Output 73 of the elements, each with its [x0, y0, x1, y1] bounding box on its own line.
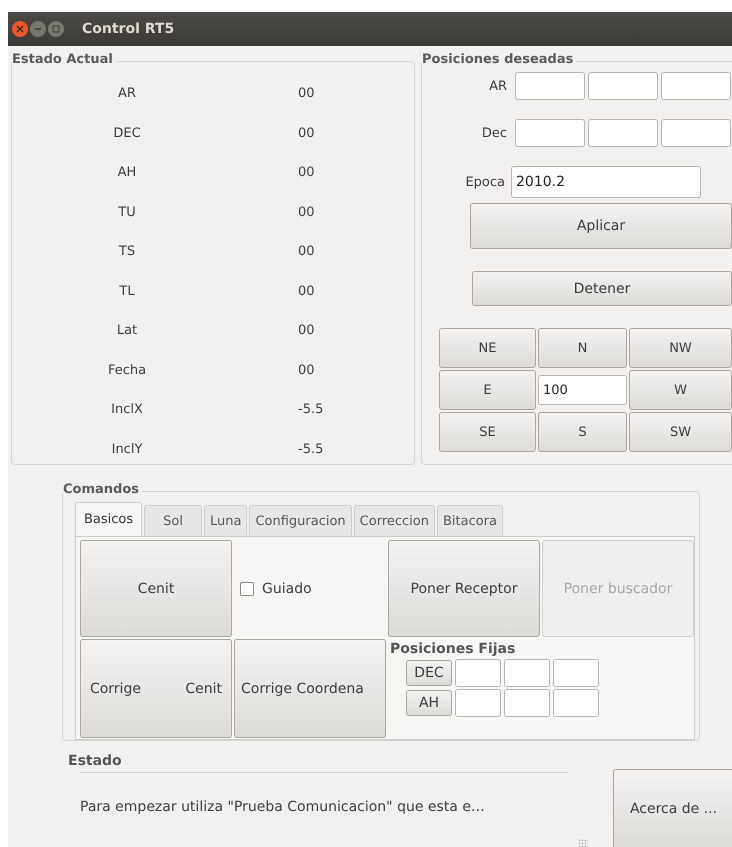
- field-label: InclX: [111, 402, 143, 418]
- input-field[interactable]: [515, 72, 585, 100]
- input-field[interactable]: [661, 72, 731, 100]
- field-label: InclY: [112, 442, 142, 457]
- tab[interactable]: Sol: [144, 505, 202, 536]
- input-field[interactable]: [515, 119, 585, 147]
- group-title: Estado Actual: [12, 52, 116, 67]
- group-title: Comandos: [63, 482, 142, 497]
- command-button[interactable]: Cenit: [80, 540, 232, 637]
- minimize-icon[interactable]: [30, 21, 46, 37]
- direction-button[interactable]: NE: [439, 328, 536, 368]
- command-button[interactable]: Corrige Cenit: [80, 639, 232, 738]
- field-value: 00: [298, 323, 315, 338]
- direction-button[interactable]: S: [538, 412, 627, 452]
- direction-button[interactable]: NW: [629, 328, 732, 368]
- direction-button[interactable]: N: [538, 328, 627, 368]
- command-button[interactable]: Corrige Coordena: [234, 639, 386, 738]
- field-value: 00: [298, 204, 315, 220]
- status-message: Para empezar utiliza "Prueba Comunicacion" que esta e…: [80, 799, 485, 815]
- field-label: Epoca: [464, 174, 506, 190]
- input-field[interactable]: [661, 119, 731, 147]
- field-label: Fecha: [108, 362, 146, 378]
- field-value: 00: [298, 284, 315, 299]
- field-label: Dec: [480, 126, 508, 140]
- field-value: 00: [298, 165, 315, 180]
- stop-button[interactable]: Detener: [472, 271, 732, 306]
- input-field[interactable]: [553, 659, 599, 687]
- field-label: TS: [118, 244, 136, 260]
- checkbox-label: Guiado: [262, 580, 312, 596]
- section-title: Estado: [68, 753, 122, 769]
- field-value: -5.5: [298, 402, 324, 418]
- field-label: TL: [119, 284, 135, 299]
- preset-button[interactable]: DEC: [406, 660, 452, 686]
- direction-button[interactable]: SW: [629, 412, 732, 452]
- tab[interactable]: Basicos: [75, 502, 142, 536]
- input-field[interactable]: [504, 689, 550, 717]
- field-label: AR: [488, 78, 508, 94]
- field-label: DEC: [113, 126, 141, 141]
- input-field[interactable]: [588, 119, 658, 147]
- input-field[interactable]: [588, 72, 658, 100]
- input-field[interactable]: [504, 659, 550, 687]
- field-value: 00: [298, 126, 315, 141]
- field-value: -5.5: [298, 442, 324, 457]
- direction-button[interactable]: E: [439, 370, 536, 410]
- tab[interactable]: Correccion: [354, 505, 435, 536]
- input-field[interactable]: 2010.2: [511, 166, 701, 198]
- close-icon[interactable]: [12, 21, 28, 37]
- section-title: Posiciones Fijas: [390, 641, 516, 657]
- preset-button[interactable]: AH: [406, 690, 452, 716]
- field-label: AH: [118, 165, 136, 180]
- direction-button[interactable]: W: [629, 370, 732, 410]
- step-field[interactable]: 100: [538, 375, 627, 405]
- input-field[interactable]: [455, 659, 501, 687]
- resize-grip-icon[interactable]: [578, 839, 588, 847]
- about-button[interactable]: Acerca de ...: [613, 769, 732, 847]
- window-title: Control RT5: [82, 21, 174, 37]
- input-field[interactable]: [455, 689, 501, 717]
- group-title: Posiciones deseadas: [422, 52, 576, 67]
- tab[interactable]: Bitacora: [436, 505, 503, 536]
- field-label: Lat: [116, 323, 138, 338]
- field-label: AR: [118, 86, 136, 102]
- maximize-icon[interactable]: [48, 21, 64, 37]
- input-field[interactable]: [553, 689, 599, 717]
- direction-button[interactable]: SE: [439, 412, 536, 452]
- field-value: 00: [298, 86, 315, 102]
- field-value: 00: [298, 362, 315, 378]
- tab[interactable]: Luna: [204, 505, 248, 536]
- checkbox[interactable]: [240, 582, 254, 596]
- field-label: TU: [118, 204, 136, 220]
- command-button[interactable]: Poner Receptor: [388, 540, 540, 637]
- apply-button[interactable]: Aplicar: [470, 203, 732, 249]
- field-value: 00: [298, 244, 315, 260]
- tab[interactable]: Configuracion: [249, 505, 352, 536]
